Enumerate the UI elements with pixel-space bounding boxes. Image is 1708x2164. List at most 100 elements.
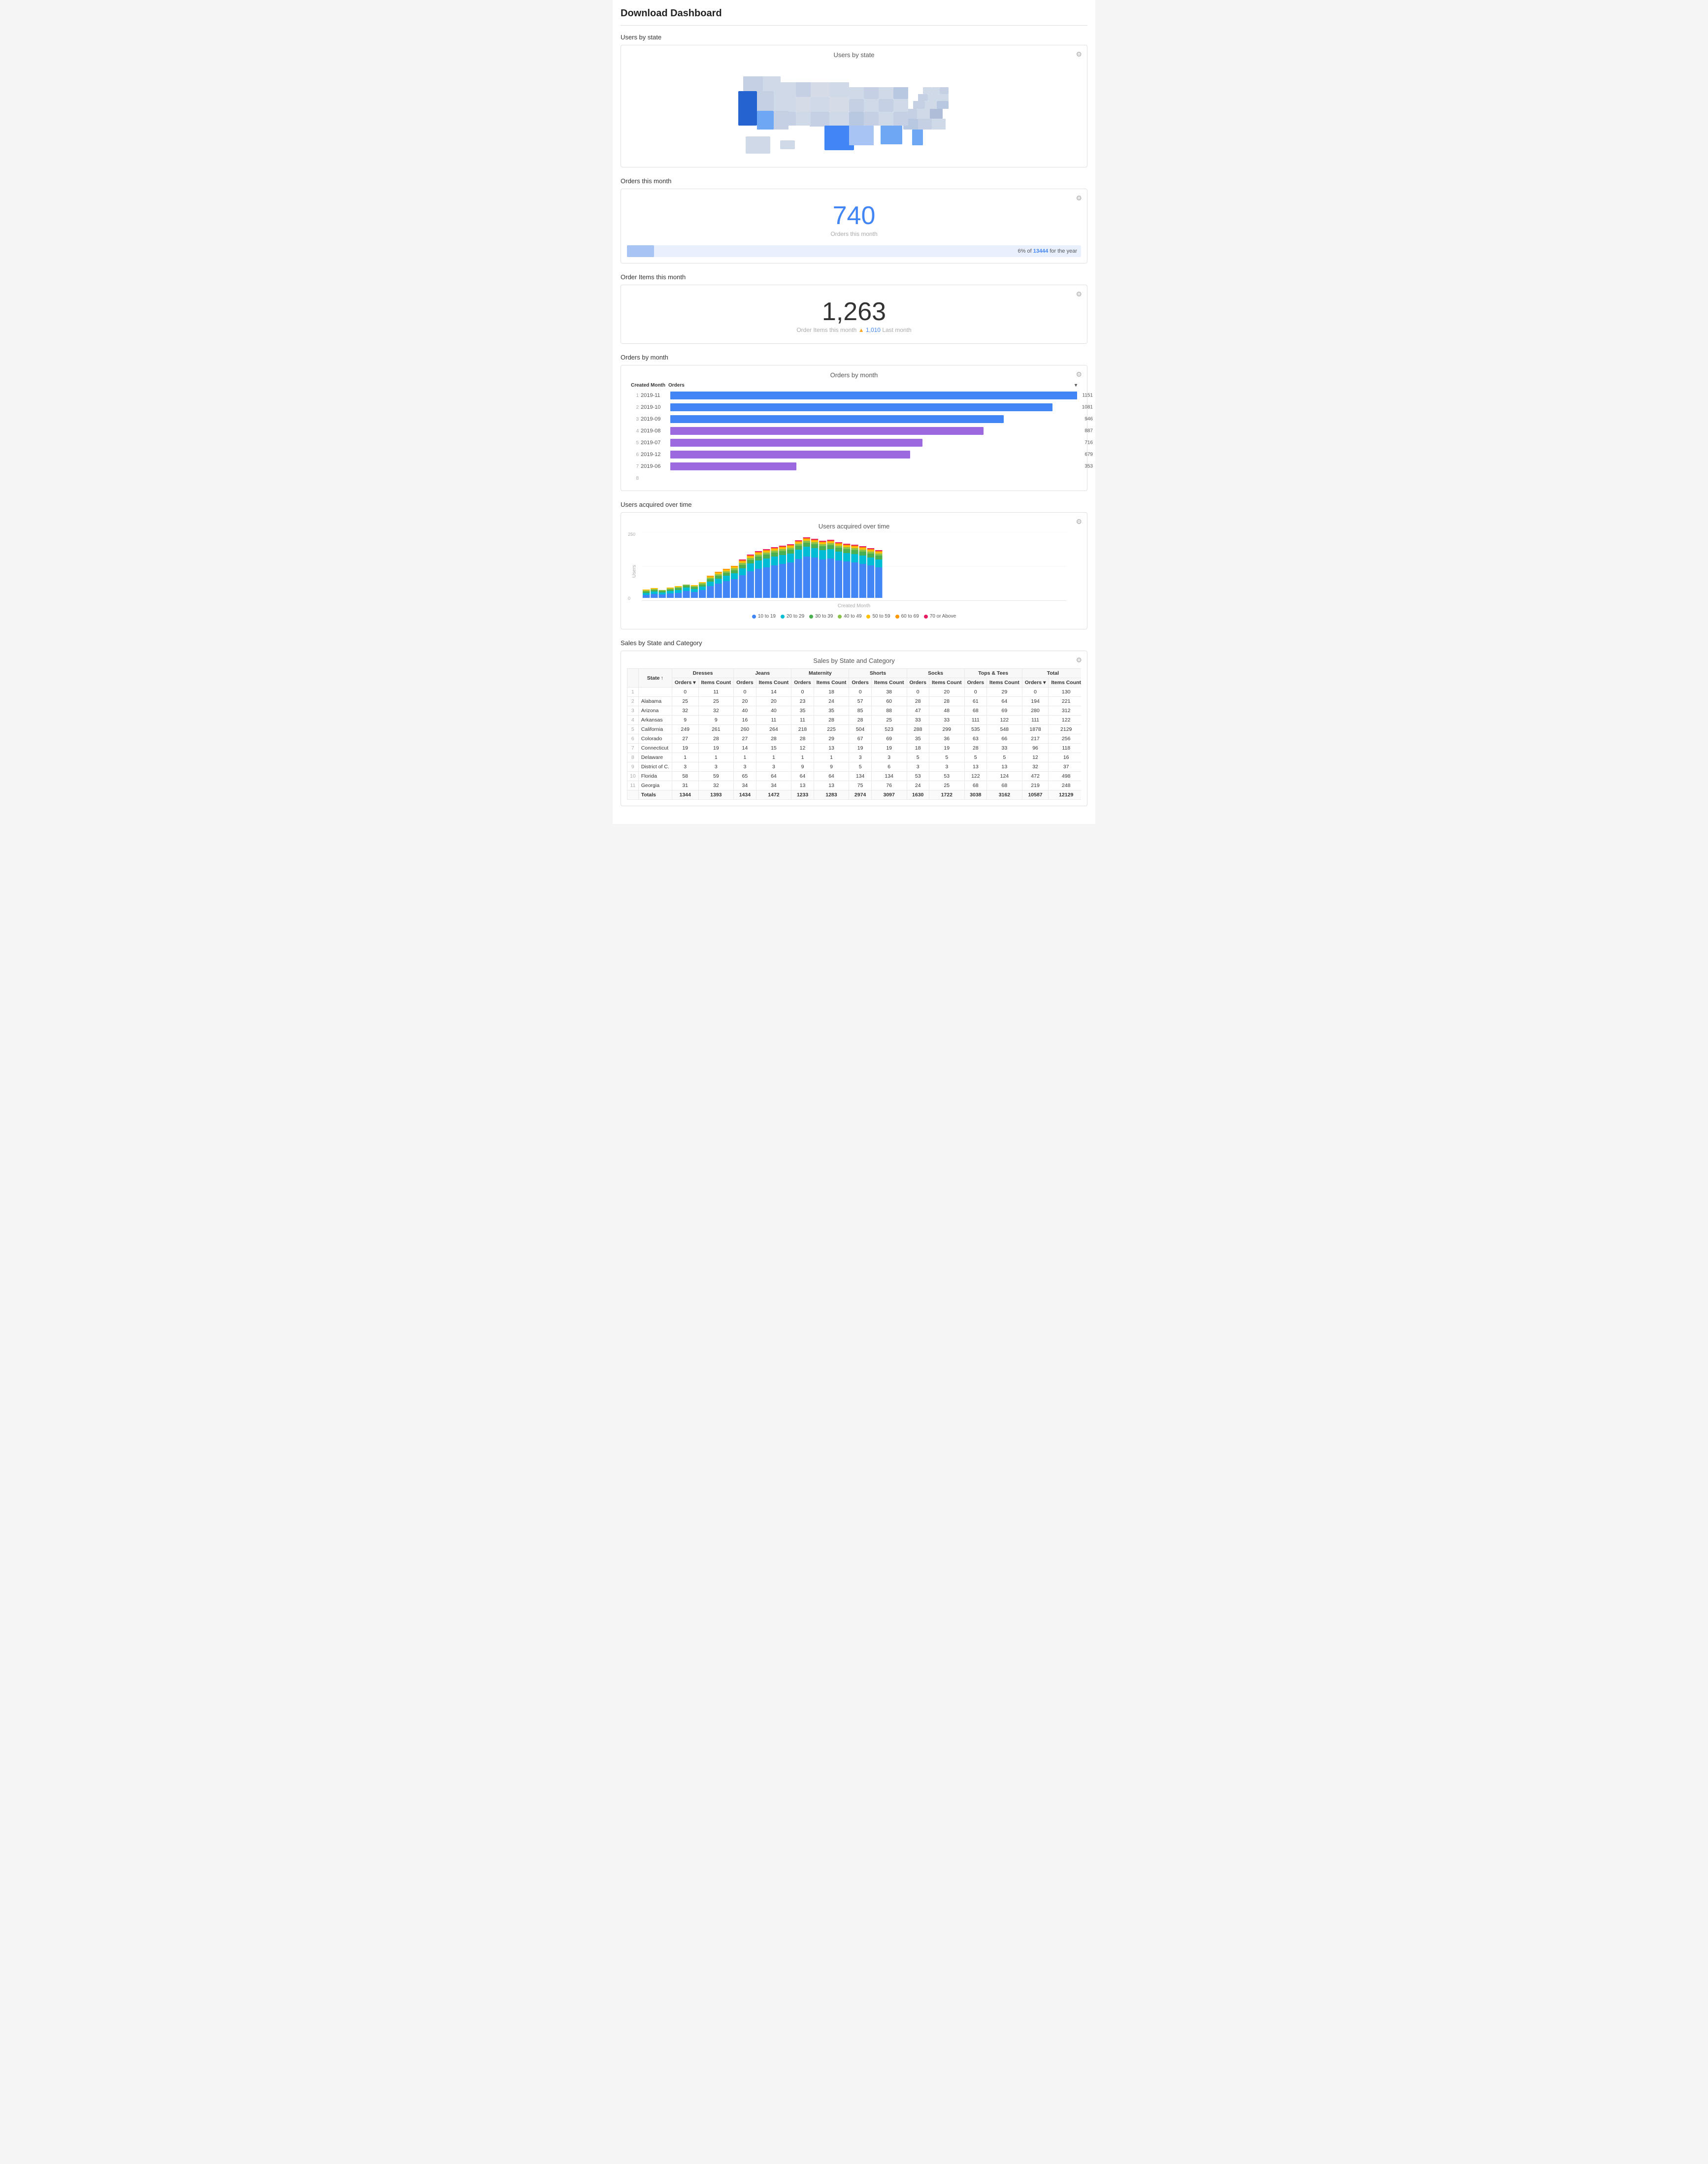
table-row: 3Arizona323240403535858847486869280312 [627, 706, 1082, 716]
th-tot-sort: ▾ [1043, 680, 1046, 686]
sales-data-table: State ↑ Dresses Jeans Maternity Shorts S… [627, 668, 1081, 800]
orders-metric-center: 740 Orders this month [627, 195, 1081, 241]
row-cell: 25 [698, 697, 734, 706]
row-cell: 68 [964, 781, 986, 790]
sales-table-wrap: State ↑ Dresses Jeans Maternity Shorts S… [627, 668, 1081, 800]
row-state: California [638, 725, 672, 734]
row-cell: 9 [791, 762, 814, 772]
row-cell: 111 [1022, 716, 1049, 725]
row-cell: 29 [814, 734, 849, 744]
row-cell: 13 [791, 781, 814, 790]
row-num: 2 [627, 697, 639, 706]
row-state: Colorado [638, 734, 672, 744]
row-cell: 1 [814, 753, 849, 762]
legend-dot [781, 615, 785, 619]
orders-by-month-card: ⚙ Orders by month Created Month Orders ▾… [621, 365, 1087, 491]
row-cell: 13 [814, 744, 849, 753]
row-state: Arizona [638, 706, 672, 716]
row-cell: 3 [734, 762, 756, 772]
row-cell: 28 [791, 734, 814, 744]
th-state-label: State [647, 675, 660, 681]
bar-chart-row: 5 2019-07 716 [631, 437, 1077, 448]
row-label: 2019-12 [641, 452, 670, 458]
th-d-orders[interactable]: Orders ▾ [672, 678, 698, 688]
row-value: 1081 [1082, 405, 1093, 410]
totals-cell: 12129 [1049, 790, 1081, 800]
row-cell: 2129 [1049, 725, 1081, 734]
row-cell: 33 [907, 716, 929, 725]
order-items-label: Order Items this month [621, 273, 1087, 281]
row-label: 2019-11 [641, 393, 670, 398]
th-t-items: Items Count [987, 678, 1022, 688]
orders-by-month-label: Orders by month [621, 354, 1087, 361]
order-items-settings-icon[interactable]: ⚙ [1076, 290, 1082, 298]
orders-progress-bar: 6% of 13444 for the year [627, 245, 1081, 257]
row-cell: 96 [1022, 744, 1049, 753]
legend-item: 10 to 19 [752, 614, 776, 619]
row-cell: 27 [672, 734, 698, 744]
chart-dropdown-icon[interactable]: ▾ [1075, 383, 1077, 388]
th-tot-orders[interactable]: Orders ▾ [1022, 678, 1049, 688]
row-cell: 65 [734, 772, 756, 781]
orders-by-month-chart-area: Created Month Orders ▾ 1 2019-11 1151 2 … [627, 383, 1081, 484]
row-cell: 122 [1049, 716, 1081, 725]
sales-table-label: Sales by State and Category [621, 639, 1087, 647]
users-map-settings-icon[interactable]: ⚙ [1076, 50, 1082, 59]
row-value: 887 [1084, 428, 1093, 434]
users-over-time-settings-icon[interactable]: ⚙ [1076, 518, 1082, 526]
row-cell: 16 [734, 716, 756, 725]
row-cell: 3 [672, 762, 698, 772]
orders-month-settings-icon[interactable]: ⚙ [1076, 194, 1082, 202]
row-cell: 14 [734, 744, 756, 753]
row-cell: 5 [964, 753, 986, 762]
row-cell: 75 [849, 781, 871, 790]
th-tot-items: Items Count [1049, 678, 1081, 688]
row-cell: 3 [849, 753, 871, 762]
row-cell: 20 [756, 697, 791, 706]
row-cell: 3 [698, 762, 734, 772]
totals-cell: 1233 [791, 790, 814, 800]
row-cell: 13 [964, 762, 986, 772]
legend-label: 30 to 39 [815, 614, 833, 619]
row-cell: 35 [814, 706, 849, 716]
row-num: 5 [627, 725, 639, 734]
row-cell: 33 [987, 744, 1022, 753]
legend-item: 30 to 39 [809, 614, 833, 619]
page-title: Download Dashboard [621, 8, 1087, 19]
row-bar [670, 415, 1004, 423]
row-cell: 40 [734, 706, 756, 716]
row-cell: 264 [756, 725, 791, 734]
stacked-chart-container: Users acquired over time Users 250 0 [627, 519, 1081, 623]
row-cell: 35 [907, 734, 929, 744]
row-bar-wrap [670, 474, 1077, 482]
row-state [638, 688, 672, 697]
row-num: 7 [627, 744, 639, 753]
legend-dot [809, 615, 813, 619]
orders-by-month-chart-title: Orders by month [627, 371, 1081, 379]
row-bar-wrap: 716 [670, 439, 1077, 447]
totals-cell: 1630 [907, 790, 929, 800]
table-row: 4Arkansas991611112828253333111122111122 [627, 716, 1082, 725]
row-cell: 25 [871, 716, 907, 725]
row-cell: 28 [814, 716, 849, 725]
orders-progress-label: 6% of 13444 for the year [1018, 248, 1077, 254]
row-cell: 122 [987, 716, 1022, 725]
row-cell: 280 [1022, 706, 1049, 716]
orders-by-month-settings-icon[interactable]: ⚙ [1076, 370, 1082, 379]
row-cell: 38 [871, 688, 907, 697]
row-cell: 64 [987, 697, 1022, 706]
legend-dot [866, 615, 870, 619]
row-cell: 0 [791, 688, 814, 697]
order-items-card: ⚙ 1,263 Order Items this month ▲ 1,010 L… [621, 285, 1087, 344]
stacked-chart-wrap: Users 250 0 [642, 532, 1066, 611]
row-label: 2019-08 [641, 428, 670, 434]
row-cell: 3 [907, 762, 929, 772]
page-container: Download Dashboard Users by state ⚙ User… [613, 0, 1095, 824]
row-cell: 9 [814, 762, 849, 772]
th-state-sort[interactable]: ↑ [660, 675, 663, 681]
row-cell: 18 [907, 744, 929, 753]
th-m-orders: Orders [791, 678, 814, 688]
th-t-orders: Orders [964, 678, 986, 688]
sales-table-settings-icon[interactable]: ⚙ [1076, 656, 1082, 664]
row-cell: 548 [987, 725, 1022, 734]
